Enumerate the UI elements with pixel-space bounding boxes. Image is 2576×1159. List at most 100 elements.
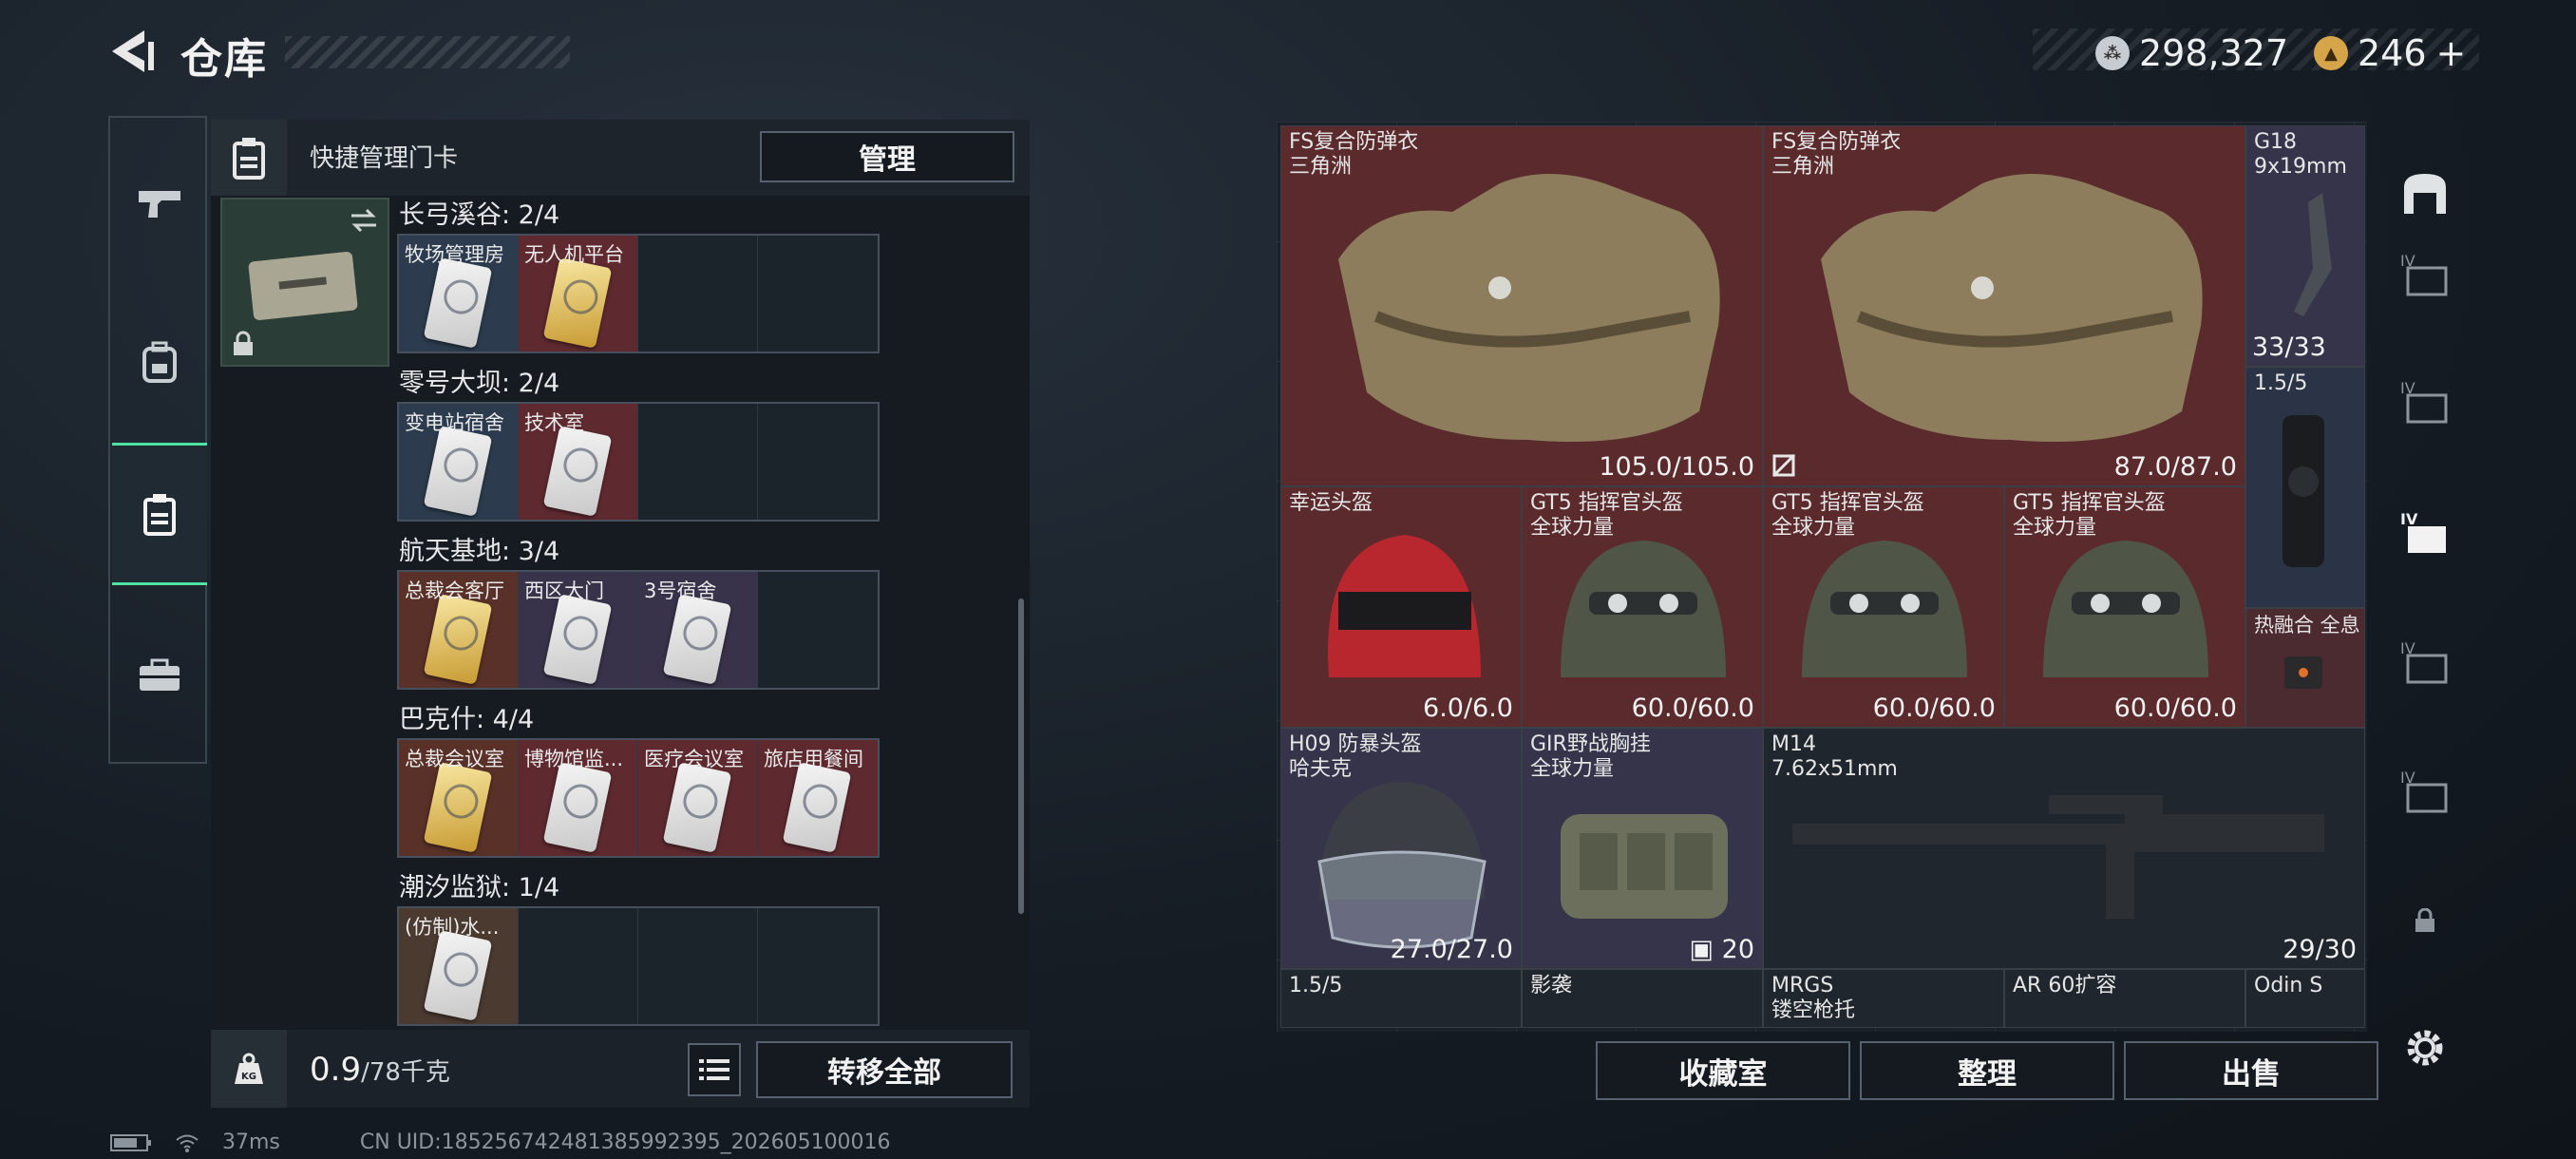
keycard-slot-row: 总裁会议室 博物馆监... 医疗会议室 旅店用餐间 [397,738,880,858]
silver-currency: ⁂ 298,327 [2095,32,2288,74]
selected-keycard-slot[interactable] [220,198,389,367]
gold-coin-icon: ▲ [2314,36,2348,70]
item-name: 幸运头盔 [1289,491,1373,515]
item-name: FS复合防弹衣 三角洲 [1771,130,1902,179]
rail-locked [2394,889,2456,952]
empty-keycard-slot[interactable] [758,236,878,352]
rail-storage-3[interactable]: IV [2394,370,2456,433]
svg-text:KG: KG [241,1072,256,1082]
inventory-item-holo-sight[interactable]: 热融合 全息 [2245,608,2365,728]
keycard-icon [542,257,613,349]
transfer-all-button[interactable]: 转移全部 [756,1041,1013,1098]
inventory-item-scope[interactable]: 1.5/5 [2245,367,2365,608]
empty-keycard-slot[interactable] [638,908,758,1024]
weight-max: /78千克 [361,1058,450,1087]
inventory-item-m14[interactable]: M14 7.62x51mm 29/30 [1763,728,2365,969]
lock-icon [2415,908,2434,932]
keycard-slot[interactable]: 西区大门 [519,572,638,688]
gold-value: 246 [2358,32,2427,74]
nav-weapons[interactable] [112,133,207,276]
inventory-item-gt5-helmet-1[interactable]: GT5 指挥官头盔 全球力量 60.0/60.0 [1522,486,1763,728]
inventory-item-row4-1[interactable]: 1.5/5 [1280,969,1522,1028]
status-bar: 37ms CN UID:1852567424813859923​95_20260… [110,1130,891,1154]
keycard-slot[interactable]: 牧场管理房 [399,236,519,352]
inventory-item-fs-armor-1[interactable]: FS复合防弹衣 三角洲 105.0/105.0 [1280,125,1763,486]
keycard-icon [423,426,493,517]
item-name: FS复合防弹衣 三角洲 [1289,130,1419,179]
inventory-item-row4-5[interactable]: Odin S [2245,969,2365,1028]
inventory-item-row4-4[interactable]: AR 60扩容 [2004,969,2245,1028]
keycard-slot[interactable]: 总裁会议室 [399,740,519,856]
back-arrow-icon[interactable] [106,27,156,76]
rail-storage-active[interactable]: IV [2394,502,2456,564]
rail-storage-4[interactable]: IV [2394,243,2456,306]
item-capacity: ▣ 20 [1689,935,1754,964]
keycard-icon [423,930,493,1021]
keycard-label: 3号宿舍 [644,580,717,602]
keycard-slot[interactable]: 变电站宿舍 [399,404,519,520]
keycard-icon [662,762,732,853]
body-armor-icon [1821,174,2203,442]
keycard-slot[interactable]: 旅店用餐间 [758,740,878,856]
gold-currency[interactable]: ▲ 246 + [2314,32,2466,74]
manage-button[interactable]: 管理 [760,131,1014,182]
empty-keycard-slot[interactable] [758,572,878,688]
keycard-slot[interactable]: 医疗会议室 [638,740,758,856]
item-name: GT5 指挥官头盔 全球力量 [2013,491,2166,540]
weight-icon: KG [235,1053,263,1084]
inventory-item-fs-armor-2[interactable]: FS复合防弹衣 三角洲 87.0/87.0 [1763,125,2245,486]
gold-add-icon[interactable]: + [2436,32,2467,74]
keycard-manage-icon-box [211,120,287,196]
empty-keycard-slot[interactable] [638,236,758,352]
sort-button[interactable]: 整理 [1860,1041,2114,1100]
empty-keycard-slot[interactable] [758,404,878,520]
inventory-item-gir-chest-rig[interactable]: GIR野战胸挂 全球力量 ▣ 20 [1522,728,1763,969]
inventory-item-lucky-helmet[interactable]: 幸运头盔 6.0/6.0 [1280,486,1522,728]
settings-button[interactable] [2394,1016,2456,1079]
collection-room-button[interactable]: 收藏室 [1596,1041,1850,1100]
keycard-label: 总裁会客厅 [405,580,504,602]
keycard-slot[interactable]: 博物馆监... [519,740,638,856]
rail-storage-2[interactable]: IV [2394,760,2456,823]
helmet-icon [1328,535,1481,677]
keycard-slot-row: 总裁会客厅 西区大门 3号宿舍 [397,570,880,690]
nav-keycards[interactable] [112,443,207,585]
keycard-slot[interactable]: 3号宿舍 [638,572,758,688]
page-title: 仓库 [180,35,268,84]
item-ammo: 33/33 [2252,332,2326,362]
inventory-item-h09-helmet[interactable]: H09 防暴头盔 哈夫克 27.0/27.0 [1280,728,1522,969]
keycard-panel-title: 快捷管理门卡 [310,144,459,173]
rail-safe-box[interactable] [2394,162,2456,224]
weight-icon-box: KG [211,1030,287,1108]
item-name: GIR野战胸挂 全球力量 [1530,732,1651,781]
swap-icon[interactable] [348,207,380,234]
item-name: Odin S [2254,974,2323,998]
inventory-item-gt5-helmet-3[interactable]: GT5 指挥官头盔 全球力量 60.0/60.0 [2004,486,2245,728]
nav-equipment[interactable] [112,291,207,433]
keycard-slot[interactable]: 总裁会客厅 [399,572,519,688]
keycard-slot[interactable]: (仿制)水... [399,908,519,1024]
list-view-button[interactable] [688,1043,741,1096]
keycard-holder-icon [143,494,176,536]
sell-button[interactable]: 出售 [2124,1041,2378,1100]
empty-keycard-slot[interactable] [638,404,758,520]
empty-keycard-slot[interactable] [519,908,638,1024]
keycard-slot[interactable]: 无人机平台 [519,236,638,352]
keycard-icon [423,594,493,685]
keycard-label: 旅店用餐间 [764,748,863,770]
inventory-item-gt5-helmet-2[interactable]: GT5 指挥官头盔 全球力量 60.0/60.0 [1763,486,2004,728]
keycard-scrollbar[interactable] [1018,598,1024,914]
keycard-slot[interactable]: 技术室 [519,404,638,520]
keycard-label: 西区大门 [524,580,604,602]
nav-toolbox[interactable] [112,604,207,747]
inventory-item-g18[interactable]: G18 9x19mm 33/33 [2245,125,2365,367]
inventory-item-row4-3[interactable]: MRGS 镂空枪托 [1763,969,2004,1028]
keycard-group-title: 巴克什: 4/4 [399,705,535,734]
empty-keycard-slot[interactable] [758,908,878,1024]
pistol-icon [139,191,180,218]
inventory-item-row4-2[interactable]: 影袭 [1522,969,1763,1028]
silver-value: 298,327 [2139,32,2289,74]
battery-icon [110,1133,151,1151]
weight-readout: 0.9/78千克 [310,1051,450,1089]
rail-storage-medical[interactable]: IV [2394,631,2456,694]
